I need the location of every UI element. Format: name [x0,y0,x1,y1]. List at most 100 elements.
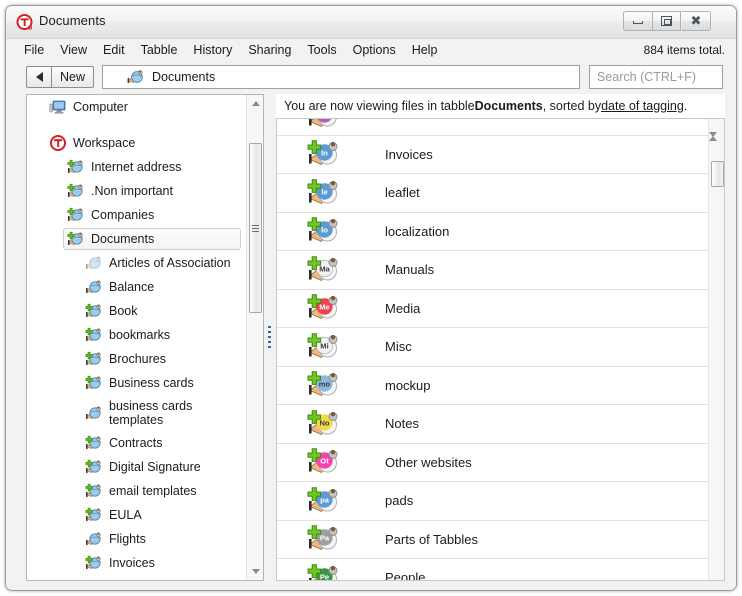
sidebar-item-label: Balance [109,280,155,294]
sidebar-item-email-templates[interactable]: email templates [27,479,247,503]
tag-icon [85,507,103,524]
tree-scrollbar[interactable] [246,95,263,580]
file-list-row[interactable]: Pe People [277,559,708,580]
sidebar-item-computer[interactable]: Computer [27,95,247,119]
menu-item-edit[interactable]: Edit [95,39,133,61]
file-list-row[interactable]: lo localization [277,213,708,251]
sidebar-item-eula[interactable]: EULA [27,503,247,527]
file-list: In Invoices le leaflet lo localization M… [276,118,708,581]
sidebar-item-non-important[interactable]: .Non important [27,179,247,203]
menu-item-view[interactable]: View [52,39,95,61]
file-list-row[interactable]: pa pads [277,482,708,521]
sidebar-item-label: Book [109,304,138,318]
file-list-row-label: leaflet [385,185,420,201]
tag-globe-icon [127,69,145,86]
tag-icon [85,459,103,476]
file-list-row[interactable]: Me Media [277,290,708,328]
svg-text:In: In [321,149,328,158]
sidebar-item-balance[interactable]: Balance [27,275,247,299]
menu-item-help[interactable]: Help [404,39,446,61]
svg-text:No: No [319,418,329,427]
menu-item-tools[interactable]: Tools [299,39,344,61]
sidebar-item-documents[interactable]: Documents [27,227,247,251]
sidebar-item-articles-of-association[interactable]: Articles of Association [27,251,247,275]
sidebar-item-workspace[interactable]: Workspace [27,131,247,155]
sidebar-item-companies[interactable]: Companies [27,203,247,227]
search-input[interactable]: Search (CTRL+F) [589,65,723,89]
list-scrollbar[interactable] [708,118,725,581]
sidebar-item-label: business cards templates [109,399,193,427]
tag-bubble-icon: Ma [307,254,347,286]
sidebar-item-label: Documents [91,232,155,246]
list-scroll-thumb[interactable] [711,161,724,187]
svg-text:Ma: Ma [319,264,330,273]
workspace-icon [49,134,67,152]
file-list-row-label: pads [385,493,414,509]
sidebar-item-internet-address[interactable]: Internet address [27,155,247,179]
tag-bubble-icon: Ot [307,446,347,478]
status-tabble-name: Documents [474,99,543,113]
svg-text:Me: Me [319,303,330,312]
file-list-row-label: Notes [385,416,419,432]
sidebar-item-digital-signature[interactable]: Digital Signature [27,455,247,479]
status-prefix: You are now viewing files in tabble [284,99,475,113]
tag-bubble-icon: le [307,177,347,209]
file-list-row[interactable]: Ma Manuals [277,251,708,290]
address-bar[interactable]: Documents [102,65,580,89]
file-list-row[interactable]: No Notes [277,405,708,444]
menu-item-file[interactable]: File [16,39,52,61]
tag-icon [67,183,85,200]
tag-plain-icon [85,279,103,296]
tree-scroll-thumb[interactable] [249,143,262,313]
svg-text:Mi: Mi [320,341,328,350]
menu-item-history[interactable]: History [185,39,240,61]
back-button[interactable] [26,66,52,88]
minimize-button[interactable] [623,11,652,31]
sidebar-item-invoices[interactable]: Invoices [27,551,247,575]
sidebar-item-flights[interactable]: Flights [27,527,247,551]
file-list-row[interactable]: Mi Misc [277,328,708,367]
tag-icon [85,435,103,452]
sidebar-item-label: Workspace [73,136,136,150]
file-list-row[interactable]: Pa Parts of Tabbles [277,521,708,559]
sidebar-item-book[interactable]: Book [27,299,247,323]
file-list-row[interactable]: Ot Other websites [277,444,708,482]
sidebar-item-bookmarks[interactable]: bookmarks [27,323,247,347]
tag-faded-icon [85,255,103,272]
file-list-row[interactable] [277,119,708,136]
menu-item-options[interactable]: Options [345,39,404,61]
items-total-label: 884 items total. [643,43,725,57]
address-value: Documents [152,70,216,84]
maximize-button[interactable] [652,11,681,31]
menu-item-sharing[interactable]: Sharing [240,39,299,61]
grip-icon [252,224,259,232]
sidebar-item-business-cards[interactable]: Business cards [27,371,247,395]
svg-text:Ot: Ot [320,457,329,466]
tag-icon [85,555,103,572]
application-window: Documents ✖ File View Edit Tabble History Sha… [5,5,737,591]
menu-item-tabble[interactable]: Tabble [133,39,186,61]
svg-text:mo: mo [319,380,331,389]
sidebar-item-contracts[interactable]: Contracts [27,431,247,455]
tree-scroll-up-button[interactable] [247,95,263,112]
tag-icon [85,351,103,368]
file-list-inner: In Invoices le leaflet lo localization M… [277,119,708,580]
tag-bubble-icon: mo [307,369,347,401]
sidebar-item-label: Companies [91,208,155,222]
new-button[interactable]: New [52,66,94,88]
tag-bubble-icon: Pa [307,523,347,555]
sort-order-link[interactable]: date of tagging [601,99,684,113]
file-list-row[interactable]: In Invoices [277,136,708,174]
pane-splitter[interactable] [264,94,276,581]
list-scroll-down-button[interactable] [709,132,724,155]
file-list-row[interactable]: mo mockup [277,367,708,405]
close-button[interactable]: ✖ [682,11,711,31]
tag-plain-icon [85,531,103,548]
content-pane: You are now viewing files in tabble Docu… [276,94,725,581]
file-list-row[interactable]: le leaflet [277,174,708,213]
computer-icon [49,99,67,116]
tree-scroll-down-button[interactable] [247,563,263,580]
sidebar-item-brochures[interactable]: Brochures [27,347,247,371]
back-arrow-icon [35,72,43,82]
sidebar-item-business-cards-templates[interactable]: business cards templates [27,395,247,431]
